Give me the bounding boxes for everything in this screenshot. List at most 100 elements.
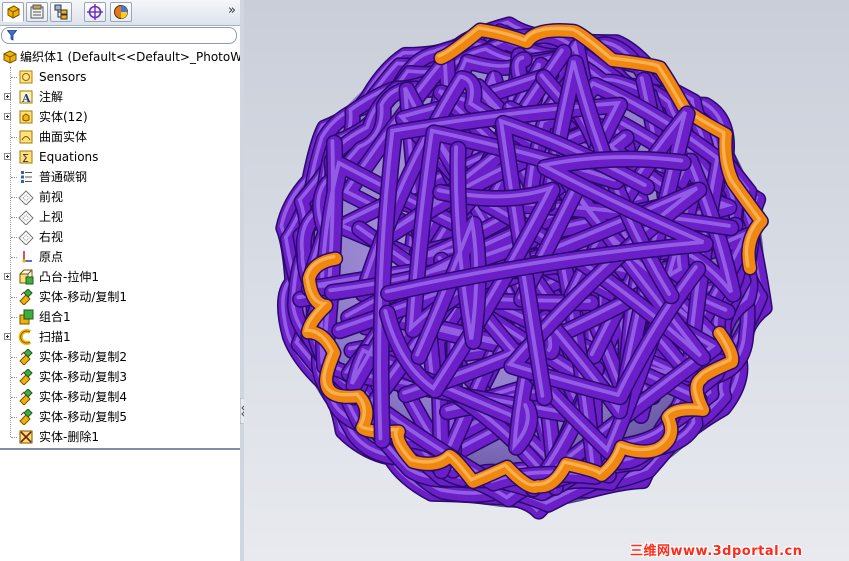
more-tabs-button[interactable]: »	[228, 3, 236, 18]
tree-item[interactable]: 实体-移动/复制4	[0, 387, 240, 407]
tree-item-label: 普通碳钢	[39, 170, 88, 184]
tree-branch-line	[11, 257, 17, 258]
woven-strands	[275, 16, 773, 520]
tree-item[interactable]: 实体-删除1	[0, 427, 240, 447]
expand-toggle-icon[interactable]	[4, 153, 11, 160]
move-copy-icon	[19, 389, 33, 405]
tree-branch-line	[11, 137, 17, 138]
tree-item-label: 扫描1	[39, 330, 71, 344]
tree-item-label: 注解	[39, 90, 64, 104]
tree-branch-line	[11, 77, 17, 78]
tree-branch-line	[11, 217, 17, 218]
display-manager-tab[interactable]	[110, 2, 132, 22]
material-icon	[21, 171, 32, 183]
panel-tab-bar: »	[0, 0, 240, 26]
feature-manager-icon	[7, 5, 20, 19]
property-manager-tab[interactable]	[26, 2, 48, 22]
tree-item[interactable]: 右视	[0, 227, 240, 247]
delete-body-icon	[19, 430, 33, 444]
tree-item-label: 实体-删除1	[39, 430, 99, 444]
tree-branch-line	[11, 377, 17, 378]
svg-text:Σ: Σ	[22, 152, 29, 165]
sensors-icon	[19, 70, 33, 84]
tree-item[interactable]: 曲面实体	[0, 127, 240, 147]
tree-item[interactable]: 原点	[0, 247, 240, 267]
move-copy-icon	[19, 349, 33, 365]
tree-branch-line	[11, 297, 17, 298]
tree-item[interactable]: 实体-移动/复制5	[0, 407, 240, 427]
dimxpert-tab[interactable]	[84, 2, 106, 22]
filter-icon	[7, 30, 17, 41]
tree-item-label: 实体-移动/复制1	[39, 290, 128, 304]
tree-item-label: Equations	[39, 150, 99, 164]
plane-icon	[18, 210, 34, 225]
sweep-icon	[18, 329, 32, 345]
expand-toggle-icon[interactable]	[4, 333, 11, 340]
tree-item-label: 实体-移动/复制5	[39, 410, 128, 424]
tree-item-label: 凸台-拉伸1	[39, 270, 99, 284]
tree-branch-line	[11, 177, 17, 178]
tree-item-label: 实体-移动/复制4	[39, 390, 128, 404]
combine-icon	[19, 309, 34, 325]
tree-branch-line	[11, 397, 17, 398]
tree-branch-line	[11, 437, 17, 438]
tree-item[interactable]: 实体-移动/复制3	[0, 367, 240, 387]
tree-branch-line	[11, 357, 17, 358]
expand-toggle-icon[interactable]	[4, 93, 11, 100]
graphics-viewport[interactable]	[244, 0, 849, 561]
tree-item-label: Sensors	[39, 70, 87, 84]
tree-item[interactable]: 凸台-拉伸1	[0, 267, 240, 287]
tree-item[interactable]: 实体-移动/复制1	[0, 287, 240, 307]
solid-bodies-icon	[19, 110, 33, 124]
tree-branch-line	[11, 417, 17, 418]
tree-item-label: 实体-移动/复制2	[39, 350, 128, 364]
surface-bodies-icon	[19, 130, 33, 144]
tree-item[interactable]: 组合1	[0, 307, 240, 327]
tree-item[interactable]: Sensors	[0, 67, 240, 87]
tree-item[interactable]: Σ Equations	[0, 147, 240, 167]
tree-branch-line	[11, 197, 17, 198]
display-manager-icon	[114, 5, 128, 19]
watermark-text: 三维网www.3dportal.cn	[630, 544, 803, 559]
tree-item[interactable]: 上视	[0, 207, 240, 227]
tree-item-label: 实体(12)	[39, 110, 88, 124]
svg-text:A: A	[21, 92, 31, 105]
plane-icon	[18, 230, 34, 245]
tree-branch-line	[11, 317, 17, 318]
property-manager-icon	[30, 4, 44, 19]
expand-toggle-icon[interactable]	[4, 273, 11, 280]
tree-item-label: 前视	[39, 190, 64, 204]
tree-filter-input[interactable]	[1, 27, 237, 44]
tree-item[interactable]: A 注解	[0, 87, 240, 107]
configuration-manager-tab[interactable]	[50, 2, 72, 22]
plane-icon	[18, 190, 34, 205]
dimxpert-icon	[87, 4, 103, 20]
tree-item[interactable]: 前视	[0, 187, 240, 207]
tree-item-label: 曲面实体	[39, 130, 88, 144]
feature-manager-tab[interactable]	[2, 2, 24, 22]
tree-item[interactable]: 扫描1	[0, 327, 240, 347]
tree-item-label: 右视	[39, 230, 64, 244]
tree-item[interactable]: 实体(12)	[0, 107, 240, 127]
tree-root-label: 编织体1 (Default<<Default>_PhotoWo	[20, 50, 249, 64]
tree-item[interactable]: 普通碳钢	[0, 167, 240, 187]
annotations-icon: A	[19, 90, 33, 105]
tree-item-label: 组合1	[39, 310, 71, 324]
equations-icon: Σ	[19, 150, 33, 165]
tree-branch-line	[11, 237, 17, 238]
origin-icon	[22, 251, 32, 263]
tree-root-part[interactable]: 编织体1 (Default<<Default>_PhotoWo	[0, 47, 249, 67]
extrude-icon	[19, 269, 34, 285]
expand-toggle-icon[interactable]	[4, 113, 11, 120]
feature-manager-panel: » 编织体1 (Default<<Default>_PhotoWo Sensors…	[0, 0, 249, 561]
move-copy-icon	[19, 409, 33, 425]
move-copy-icon	[19, 369, 33, 385]
woven-sphere-model[interactable]	[244, 0, 849, 561]
tree-item[interactable]: 实体-移动/复制2	[0, 347, 240, 367]
tree-item-label: 实体-移动/复制3	[39, 370, 128, 384]
tree-item-label: 上视	[39, 210, 64, 224]
move-copy-icon	[19, 289, 33, 305]
configuration-manager-icon	[54, 4, 68, 20]
tree-item-label: 原点	[39, 250, 64, 264]
panel-divider	[0, 448, 240, 450]
